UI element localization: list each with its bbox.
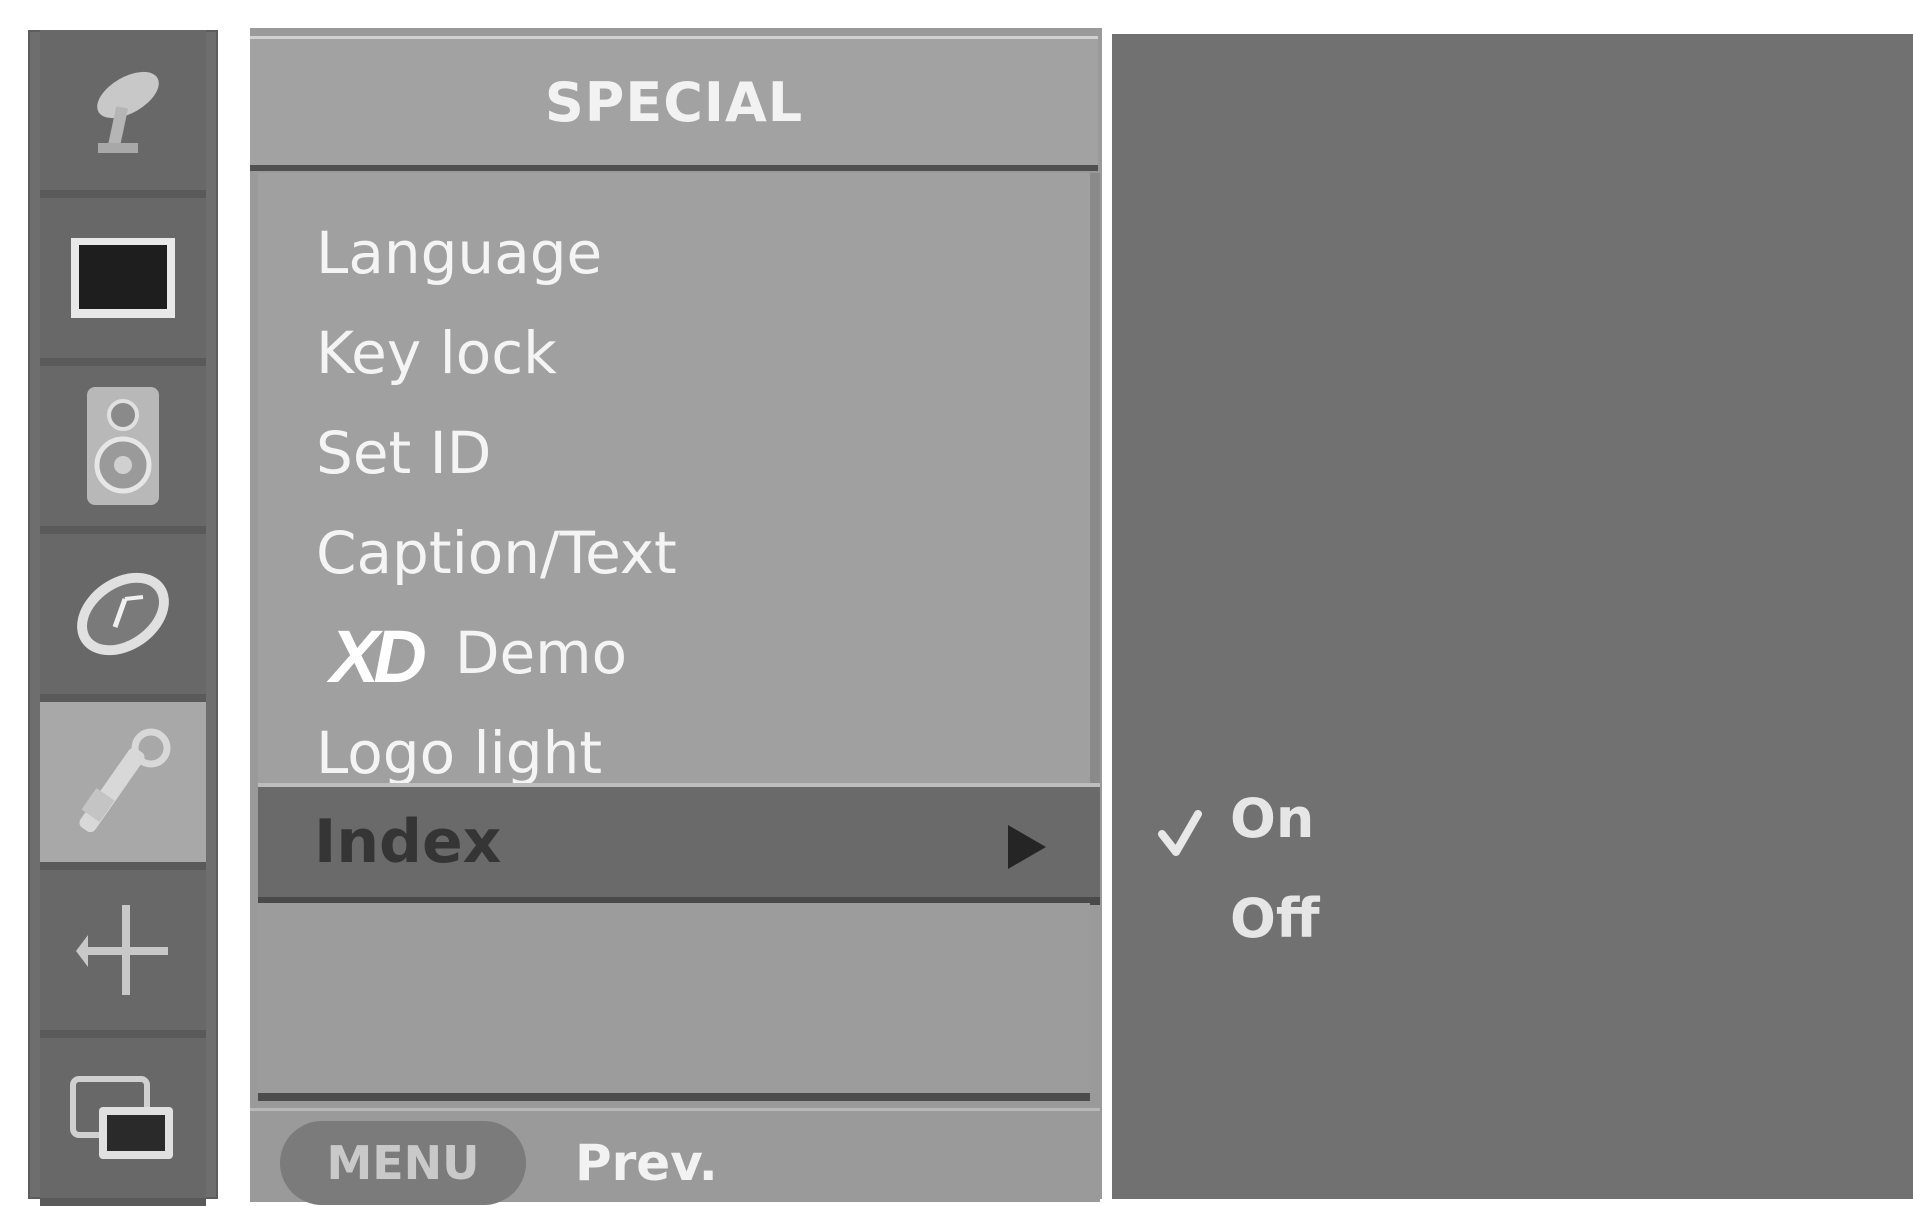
- tools-icon: [79, 728, 171, 833]
- menu-item-set-id[interactable]: Set ID: [316, 408, 491, 498]
- menu-empty-area: [258, 903, 1090, 1101]
- rail-item-special[interactable]: [40, 702, 206, 870]
- menu-header: SPECIAL: [250, 36, 1098, 171]
- menu-button-label: MENU: [326, 1136, 480, 1190]
- option-label: On: [1230, 787, 1315, 850]
- index-submenu: On Off: [1112, 34, 1913, 1199]
- menu-item-label: Key lock: [316, 319, 557, 387]
- picture-icon: [71, 238, 175, 318]
- menu-button[interactable]: MENU: [280, 1121, 526, 1205]
- menu-title: SPECIAL: [544, 70, 804, 134]
- check-icon: [1158, 810, 1202, 856]
- position-icon: [76, 905, 168, 995]
- menu-item-key-lock[interactable]: Key lock: [316, 308, 557, 398]
- rail-item-sound[interactable]: [40, 366, 206, 534]
- category-rail: [28, 30, 218, 1206]
- rail-item-time[interactable]: [40, 534, 206, 702]
- option-on[interactable]: On: [1230, 774, 1314, 864]
- menu-footer: MENU Prev.: [250, 1108, 1100, 1205]
- menu-item-label: Demo: [454, 619, 628, 687]
- tv-osd-screen: SPECIAL Language Key lock Set ID Caption…: [0, 0, 1913, 1206]
- menu-item-label: Index: [314, 807, 502, 877]
- option-label: Off: [1230, 887, 1320, 950]
- menu-item-label: Set ID: [316, 419, 492, 487]
- satellite-dish-icon: [97, 71, 159, 153]
- xd-logo: XD: [330, 614, 427, 698]
- menu-item-caption-text[interactable]: Caption/Text: [316, 508, 677, 598]
- menu-item-xd-demo[interactable]: XD Demo: [316, 608, 627, 698]
- menu-list: Language Key lock Set ID Caption/Text XD…: [258, 173, 1100, 787]
- rail-item-station[interactable]: [40, 30, 206, 198]
- screen-icon: [70, 1076, 173, 1159]
- clock-icon: [77, 572, 169, 656]
- menu-item-language[interactable]: Language: [316, 208, 602, 298]
- rail-item-pip[interactable]: [40, 1038, 206, 1206]
- prev-label: Prev.: [575, 1134, 718, 1192]
- option-off[interactable]: Off: [1230, 874, 1320, 964]
- menu-item-index[interactable]: Index: [258, 783, 1100, 905]
- menu-item-label: Caption/Text: [316, 519, 677, 587]
- rail-item-screen[interactable]: [40, 870, 206, 1038]
- rail-item-picture[interactable]: [40, 198, 206, 366]
- arrow-right-icon: [1008, 825, 1046, 869]
- special-menu-panel: SPECIAL Language Key lock Set ID Caption…: [250, 28, 1102, 1205]
- menu-item-label: Language: [316, 219, 603, 287]
- speaker-icon: [87, 387, 159, 505]
- menu-item-label: Logo light: [316, 719, 603, 787]
